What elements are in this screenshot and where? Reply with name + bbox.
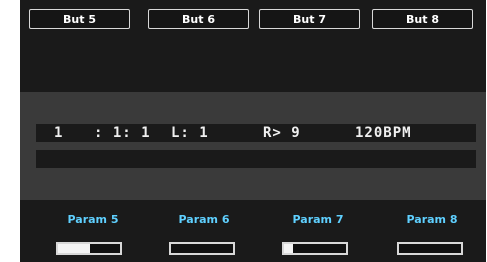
tempo-readout: 120BPM xyxy=(355,125,412,141)
repeat-count: R> 9 xyxy=(263,125,301,141)
param-5-bar[interactable] xyxy=(56,242,122,255)
param-5-label: Param 5 xyxy=(67,213,119,226)
pattern-number: 1 xyxy=(54,125,64,141)
song-position: : 1: 1 xyxy=(94,125,151,141)
param-7-label: Param 7 xyxy=(292,213,344,226)
pattern-length: L: 1 xyxy=(171,125,209,141)
info-band xyxy=(20,92,486,200)
param-8-bar[interactable] xyxy=(397,242,463,255)
param-5-fill xyxy=(58,244,91,253)
message-bar xyxy=(36,150,476,168)
param-6-bar[interactable] xyxy=(169,242,235,255)
soft-button-row: But 5 But 6 But 7 But 8 xyxy=(29,9,485,31)
device-screen: But 5 But 6 But 7 But 8 1 : 1: 1 L: 1 R>… xyxy=(20,0,486,262)
status-bar: 1 : 1: 1 L: 1 R> 9 120BPM xyxy=(36,124,476,142)
param-6-label: Param 6 xyxy=(178,213,230,226)
param-8-label: Param 8 xyxy=(406,213,458,226)
bezel xyxy=(0,0,20,262)
but-7-button[interactable]: But 7 xyxy=(259,9,360,29)
param-7-fill xyxy=(284,244,293,253)
but-5-button[interactable]: But 5 xyxy=(29,9,130,29)
param-7-bar[interactable] xyxy=(282,242,348,255)
but-8-button[interactable]: But 8 xyxy=(372,9,473,29)
but-6-button[interactable]: But 6 xyxy=(148,9,249,29)
